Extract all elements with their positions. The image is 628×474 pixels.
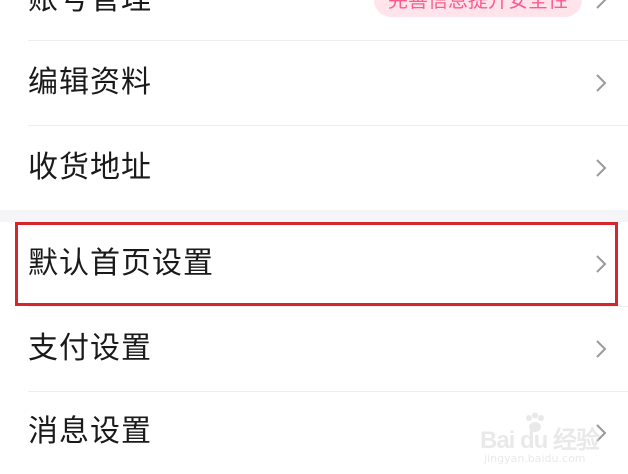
chevron-right-icon [590, 72, 612, 94]
watermark-text: Bai du 经验 [480, 427, 600, 454]
settings-screen: 账号管理 完善信息提升安全性 编辑资料 收货地址 默认首页设置 支付设置 [0, 0, 628, 474]
chevron-right-icon [590, 157, 612, 179]
menu-item-payment-settings[interactable]: 支付设置 [0, 307, 628, 391]
menu-item-label: 收货地址 [28, 150, 152, 185]
baidu-jingyan-watermark: Bai du 经验 jingyan.baidu.com [480, 412, 600, 468]
security-tip-badge: 完善信息提升安全性 [374, 0, 582, 17]
menu-item-edit-profile[interactable]: 编辑资料 [0, 41, 628, 125]
menu-item-label: 支付设置 [28, 331, 152, 366]
chevron-right-icon [590, 0, 612, 11]
menu-item-shipping-address[interactable]: 收货地址 [0, 126, 628, 210]
chevron-right-icon [590, 338, 612, 360]
watermark-url: jingyan.baidu.com [484, 452, 586, 465]
chevron-right-icon [590, 253, 612, 275]
menu-item-label: 默认首页设置 [28, 246, 214, 281]
menu-item-label: 账号管理 [28, 0, 152, 18]
menu-item-label: 消息设置 [28, 414, 152, 449]
menu-item-default-homepage-settings[interactable]: 默认首页设置 [0, 222, 628, 306]
menu-item-account-management[interactable]: 账号管理 完善信息提升安全性 [0, 0, 628, 40]
section-gap [0, 210, 628, 222]
menu-item-label: 编辑资料 [28, 65, 152, 100]
